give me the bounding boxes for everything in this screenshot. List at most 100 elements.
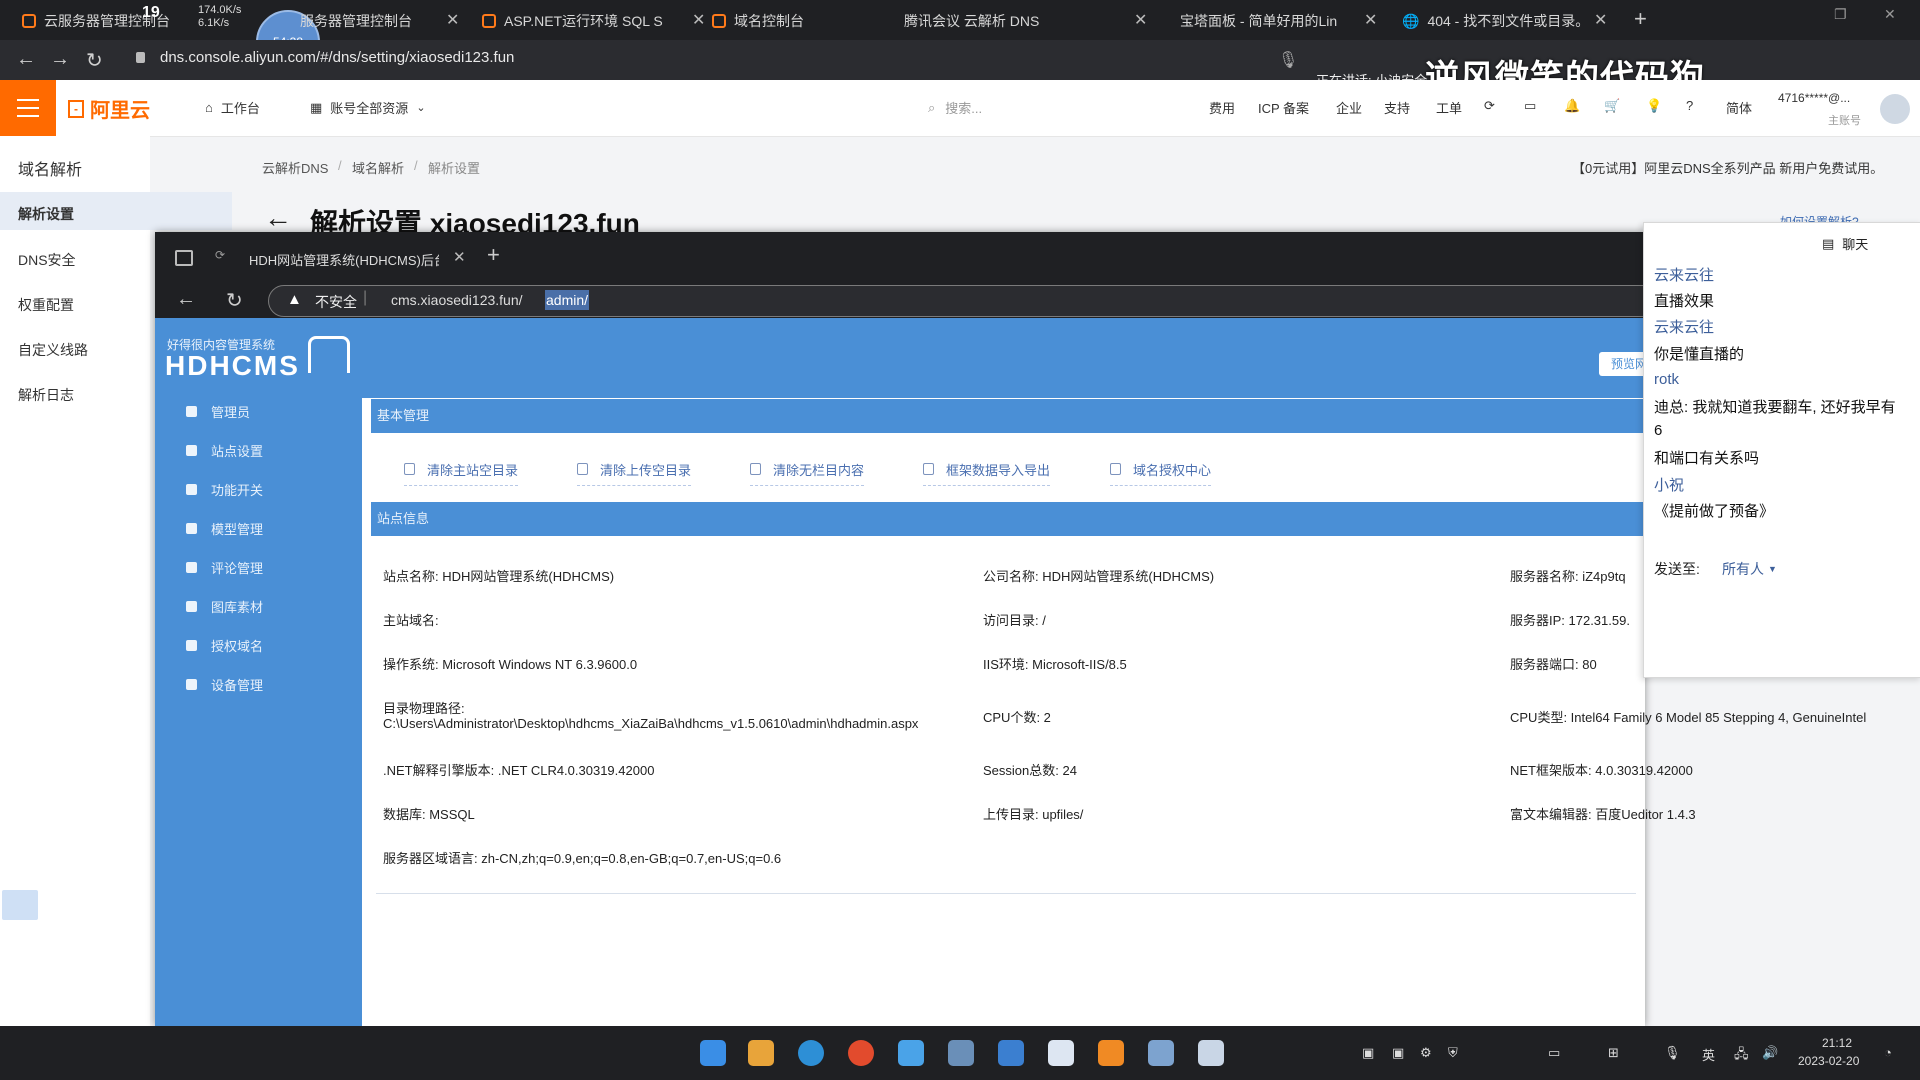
cms-logo: HDHCMS [165, 350, 300, 381]
workbench-link[interactable]: ⌂ 工作台 [205, 98, 260, 117]
send-to-dropdown[interactable]: 所有人 ▼ [1722, 559, 1777, 579]
sync-icon[interactable]: ⟳ [1484, 98, 1495, 114]
photos-icon[interactable] [998, 1040, 1024, 1066]
cms-menu-admin[interactable]: 管理员 [186, 402, 250, 421]
network-tool-icon[interactable] [1148, 1040, 1174, 1066]
tab-actions-icon[interactable] [175, 250, 193, 266]
grid-icon: ▦ [310, 99, 323, 115]
domain-auth-button[interactable]: 域名授权中心 [1110, 453, 1212, 486]
cms-menu-site-settings[interactable]: 站点设置 [186, 441, 263, 460]
sidebar-item-dns-log[interactable]: 解析日志 [18, 385, 74, 405]
terminal-icon[interactable]: ▭ [1524, 98, 1536, 114]
burp-icon[interactable] [1098, 1040, 1124, 1066]
remote-desktop-icon[interactable] [948, 1040, 974, 1066]
aliyun-logo[interactable]: - 阿里云 [68, 94, 150, 123]
inner-tab-title[interactable]: HDH网站管理系统(HDHCMS)后台 [249, 250, 439, 269]
sidebar-item-dns-security[interactable]: DNS安全 [18, 250, 76, 270]
promo-banner[interactable]: 【0元试用】阿里云DNS全系列产品 新用户免费试用。 [1572, 158, 1883, 177]
sidebar-item-custom-line[interactable]: 自定义线路 [18, 340, 88, 360]
reload-icon[interactable]: ↻ [86, 48, 103, 73]
clock-date[interactable]: 2023-02-20 [1798, 1054, 1859, 1068]
clear-main-empty-dir-button[interactable]: 清除主站空目录 [404, 453, 519, 486]
chat-message: 《提前做了预备》 [1654, 503, 1775, 520]
new-tab-icon[interactable]: + [1634, 6, 1647, 32]
sidebar-item-dns-settings[interactable]: 解析设置 [18, 204, 74, 224]
network-icon[interactable]: 🖧 [1734, 1045, 1749, 1067]
inner-url-input[interactable]: ▲ 不安全 | cms.xiaosedi123.fun/ admin/ [268, 285, 1660, 317]
info-company: 公司名称: HDH网站管理系统(HDHCMS) [983, 569, 1215, 584]
edge-icon[interactable] [798, 1040, 824, 1066]
cms-menu-domains[interactable]: 授权域名 [186, 636, 263, 655]
account-email[interactable]: 4716*****@... [1778, 91, 1850, 105]
caret-down-icon: ▼ [1768, 564, 1777, 574]
back-arrow-icon[interactable]: ← [264, 202, 292, 234]
browser-tab[interactable]: 🌐 404 - 找不到文件或目录。 [1402, 6, 1592, 36]
browser-tab[interactable]: 腾讯会议 云解析 DNS [904, 6, 1104, 36]
header-link-fees[interactable]: 费用 [1209, 98, 1235, 117]
tray-mic-icon[interactable]: 🎙 [1664, 1045, 1681, 1061]
browser-tab[interactable]: 域名控制台 [712, 6, 872, 36]
browser-tab[interactable]: ASP.NET运行环境 SQL S [482, 6, 682, 36]
avatar[interactable] [1880, 94, 1910, 124]
help-icon[interactable]: ? [1686, 98, 1693, 113]
restore-window-icon[interactable]: ❐ [1834, 6, 1847, 23]
app-icon[interactable] [898, 1040, 924, 1066]
forward-icon[interactable]: → [50, 48, 70, 71]
language-switch[interactable]: 简体 [1726, 98, 1752, 117]
close-tab-icon[interactable]: ✕ [446, 10, 459, 30]
close-tab-icon[interactable]: ✕ [1594, 10, 1607, 30]
header-link-enterprise[interactable]: 企业 [1336, 98, 1362, 117]
tray-app-icon[interactable]: ▣ [1362, 1045, 1374, 1061]
start-icon[interactable] [700, 1040, 726, 1066]
clear-upload-empty-dir-button[interactable]: 清除上传空目录 [577, 453, 692, 486]
tray-monitor-icon[interactable]: ▭ [1548, 1045, 1560, 1061]
cms-menu-feature-switch[interactable]: 功能开关 [186, 480, 263, 499]
java-icon[interactable] [1198, 1040, 1224, 1066]
clear-orphan-content-button[interactable]: 清除无栏目内容 [750, 453, 865, 486]
import-export-button[interactable]: 框架数据导入导出 [923, 453, 1051, 486]
tab-title: 404 - 找不到文件或目录。 [1427, 13, 1590, 29]
close-tab-icon[interactable]: ✕ [1364, 10, 1377, 30]
notepad-icon[interactable] [1048, 1040, 1074, 1066]
reload-icon[interactable]: ↻ [226, 288, 243, 313]
bell-icon[interactable]: 🔔 [1564, 98, 1580, 114]
back-icon[interactable]: ← [176, 288, 196, 311]
clock-time[interactable]: 21:12 [1822, 1036, 1852, 1050]
close-tab-icon[interactable]: ✕ [1134, 10, 1147, 30]
breadcrumb-dns[interactable]: 云解析DNS [262, 158, 328, 177]
cms-menu-devices[interactable]: 设备管理 [186, 675, 263, 694]
back-icon[interactable]: ← [16, 48, 36, 71]
tray-app-icon[interactable]: ▣ [1392, 1045, 1404, 1061]
ime-indicator[interactable]: 英 [1702, 1045, 1715, 1064]
close-window-icon[interactable]: ✕ [1884, 6, 1896, 23]
close-tab-icon[interactable]: ✕ [692, 10, 705, 30]
tray-windows-icon[interactable]: ⊞ [1608, 1045, 1619, 1061]
browser-tab[interactable]: 服务器管理控制台 [300, 6, 460, 36]
cms-menu-model[interactable]: 模型管理 [186, 519, 263, 538]
notification-icon[interactable]: ◔ [1884, 1045, 1892, 1060]
breadcrumb-domain[interactable]: 域名解析 [352, 158, 404, 177]
address-input[interactable]: dns.console.aliyun.com/#/dns/setting/xia… [160, 49, 514, 66]
file-explorer-icon[interactable] [748, 1040, 774, 1066]
chat-sender: 小祝 [1654, 477, 1685, 494]
chrome-icon[interactable] [848, 1040, 874, 1066]
browser-tab[interactable]: 宝塔面板 - 简单好用的Lin [1180, 6, 1360, 36]
bulb-icon[interactable]: 💡 [1646, 98, 1662, 114]
cms-menu-gallery[interactable]: 图库素材 [186, 597, 263, 616]
header-link-support[interactable]: 支持 [1384, 98, 1410, 117]
volume-icon[interactable]: 🔊 [1762, 1045, 1778, 1061]
tray-shield-icon[interactable]: ⛨ [1448, 1045, 1458, 1061]
resources-dropdown[interactable]: ▦ 账号全部资源 ⌄ [310, 98, 426, 117]
header-link-icp[interactable]: ICP 备案 [1258, 98, 1309, 117]
database-icon [923, 463, 934, 475]
header-link-ticket[interactable]: 工单 [1436, 98, 1462, 117]
search-input[interactable]: ⌕ 搜索... [928, 98, 982, 117]
close-tab-icon[interactable]: ✕ [453, 248, 466, 266]
sidebar-item-weight[interactable]: 权重配置 [18, 295, 74, 315]
new-tab-icon[interactable]: + [487, 242, 500, 268]
menu-button[interactable] [0, 80, 56, 136]
tray-settings-icon[interactable]: ⚙ [1420, 1045, 1432, 1061]
cms-menu-comments[interactable]: 评论管理 [186, 558, 263, 577]
cart-icon[interactable]: 🛒 [1604, 98, 1620, 114]
sidebar-collapse-icon[interactable] [2, 890, 38, 920]
